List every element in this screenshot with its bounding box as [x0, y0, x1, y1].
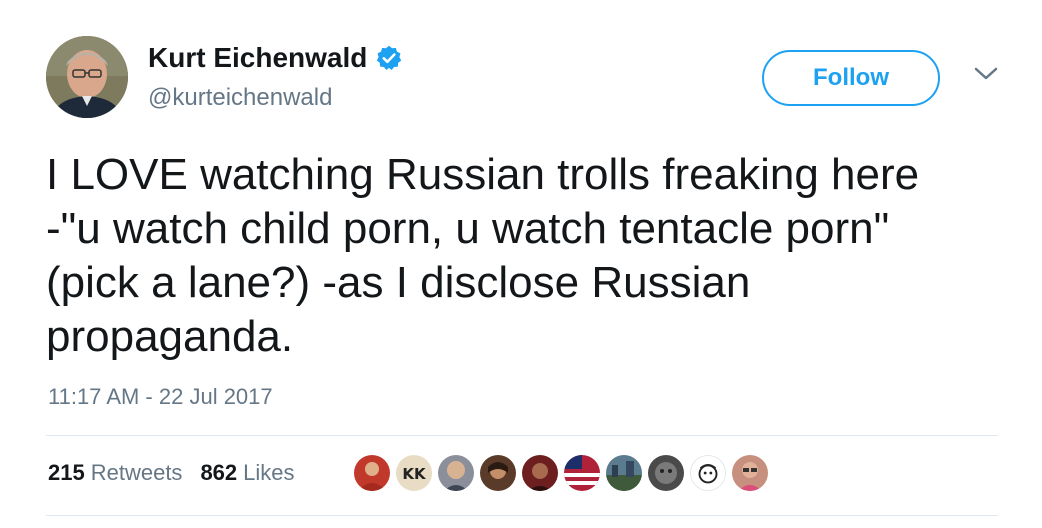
liker-avatar[interactable]	[354, 455, 390, 491]
verified-badge-icon	[375, 44, 403, 72]
divider	[46, 435, 998, 436]
tweet-line: I LOVE watching Russian trolls freaking …	[46, 150, 920, 199]
user-handle[interactable]: @kurteichenwald	[148, 84, 332, 112]
likes-count: 862	[200, 460, 238, 485]
svg-text:KK: KK	[402, 465, 427, 483]
tweet-line: (pick a lane?) -as I disclose Russian	[46, 258, 751, 307]
name-row: Kurt Eichenwald	[148, 42, 403, 74]
chevron-down-icon[interactable]	[972, 64, 1000, 84]
divider	[46, 515, 998, 516]
tweet-stats: 215 Retweets 862 Likes	[48, 460, 313, 486]
liker-avatar[interactable]	[438, 455, 474, 491]
user-avatar[interactable]	[46, 36, 128, 118]
liker-avatar[interactable]	[522, 455, 558, 491]
liker-avatar[interactable]	[564, 455, 600, 491]
liker-avatar[interactable]	[480, 455, 516, 491]
likes-label: Likes	[243, 460, 295, 485]
tweet-card: Kurt Eichenwald @kurteichenwald Follow I…	[0, 0, 1042, 528]
tweet-line: propaganda.	[46, 312, 294, 361]
liker-avatar[interactable]	[648, 455, 684, 491]
liker-avatar[interactable]	[732, 455, 768, 491]
tweet-text: I LOVE watching Russian trolls freaking …	[46, 148, 1006, 364]
retweets-stat[interactable]: 215 Retweets	[48, 460, 182, 486]
follow-button[interactable]: Follow	[762, 50, 940, 106]
liker-avatars: KK	[354, 455, 774, 491]
retweets-count: 215	[48, 460, 85, 485]
liker-avatar[interactable]	[606, 455, 642, 491]
likes-stat[interactable]: 862 Likes	[200, 460, 294, 486]
liker-avatar[interactable]	[690, 455, 726, 491]
tweet-timestamp[interactable]: 11:17 AM - 22 Jul 2017	[48, 384, 273, 410]
retweets-label: Retweets	[90, 460, 183, 485]
display-name[interactable]: Kurt Eichenwald	[148, 42, 367, 74]
liker-avatar[interactable]: KK	[396, 455, 432, 491]
tweet-line: -"u watch child porn, u watch tentacle p…	[46, 204, 890, 253]
